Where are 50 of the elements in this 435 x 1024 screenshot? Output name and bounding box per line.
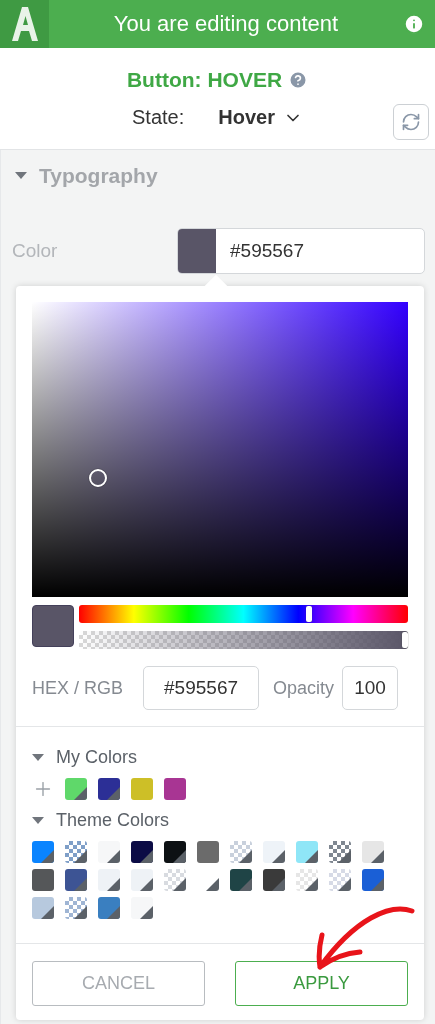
color-swatch[interactable] (362, 841, 384, 863)
color-swatch[interactable] (263, 841, 285, 863)
color-swatch[interactable] (32, 869, 54, 891)
color-swatch[interactable] (131, 841, 153, 863)
color-swatch[interactable] (98, 897, 120, 919)
color-swatch[interactable] (32, 897, 54, 919)
picker-cursor[interactable] (88, 468, 107, 487)
opacity-slider[interactable] (79, 631, 408, 649)
color-preview (32, 605, 74, 647)
my-colors-header[interactable]: My Colors (32, 747, 408, 768)
color-swatch[interactable] (263, 869, 285, 891)
caret-icon (15, 172, 27, 180)
header-title: You are editing content (112, 11, 340, 37)
color-swatch[interactable] (131, 778, 153, 800)
color-field[interactable]: #595567 (177, 228, 425, 274)
color-swatch[interactable] (98, 869, 120, 891)
color-swatch[interactable] (32, 841, 54, 863)
caret-icon (32, 816, 44, 825)
color-swatch[interactable] (164, 841, 186, 863)
color-swatch[interactable] (164, 778, 186, 800)
color-label: Color (11, 240, 58, 262)
color-swatch[interactable] (98, 841, 120, 863)
color-swatch[interactable] (362, 869, 384, 891)
hue-slider[interactable] (79, 605, 408, 623)
color-swatch[interactable] (65, 869, 87, 891)
opacity-label: Opacity (273, 677, 335, 699)
color-swatch[interactable] (230, 869, 252, 891)
apply-button[interactable]: APPLY (235, 961, 408, 1006)
panel-title: Button: HOVER (126, 68, 283, 92)
hex-label: HEX / RGB (32, 677, 124, 699)
color-swatch[interactable] (197, 841, 219, 863)
opacity-input[interactable]: 100 (342, 666, 399, 710)
color-swatch[interactable] (65, 778, 87, 800)
theme-colors-header[interactable]: Theme Colors (32, 810, 408, 831)
opacity-thumb[interactable] (402, 632, 408, 648)
info-icon[interactable] (403, 13, 425, 35)
logo-icon (0, 0, 49, 48)
saturation-area[interactable] (32, 302, 408, 597)
state-dropdown[interactable]: Hover (218, 106, 303, 129)
hex-input[interactable]: #595567 (143, 666, 260, 710)
refresh-button[interactable] (393, 104, 429, 140)
caret-icon (32, 753, 44, 762)
state-label: State: (132, 106, 185, 129)
color-swatch[interactable] (98, 778, 120, 800)
color-swatch[interactable] (131, 869, 153, 891)
hue-thumb[interactable] (306, 606, 313, 622)
refresh-icon (401, 112, 421, 132)
help-icon[interactable] (288, 70, 309, 90)
color-swatch[interactable] (296, 841, 318, 863)
color-swatch[interactable] (131, 897, 153, 919)
